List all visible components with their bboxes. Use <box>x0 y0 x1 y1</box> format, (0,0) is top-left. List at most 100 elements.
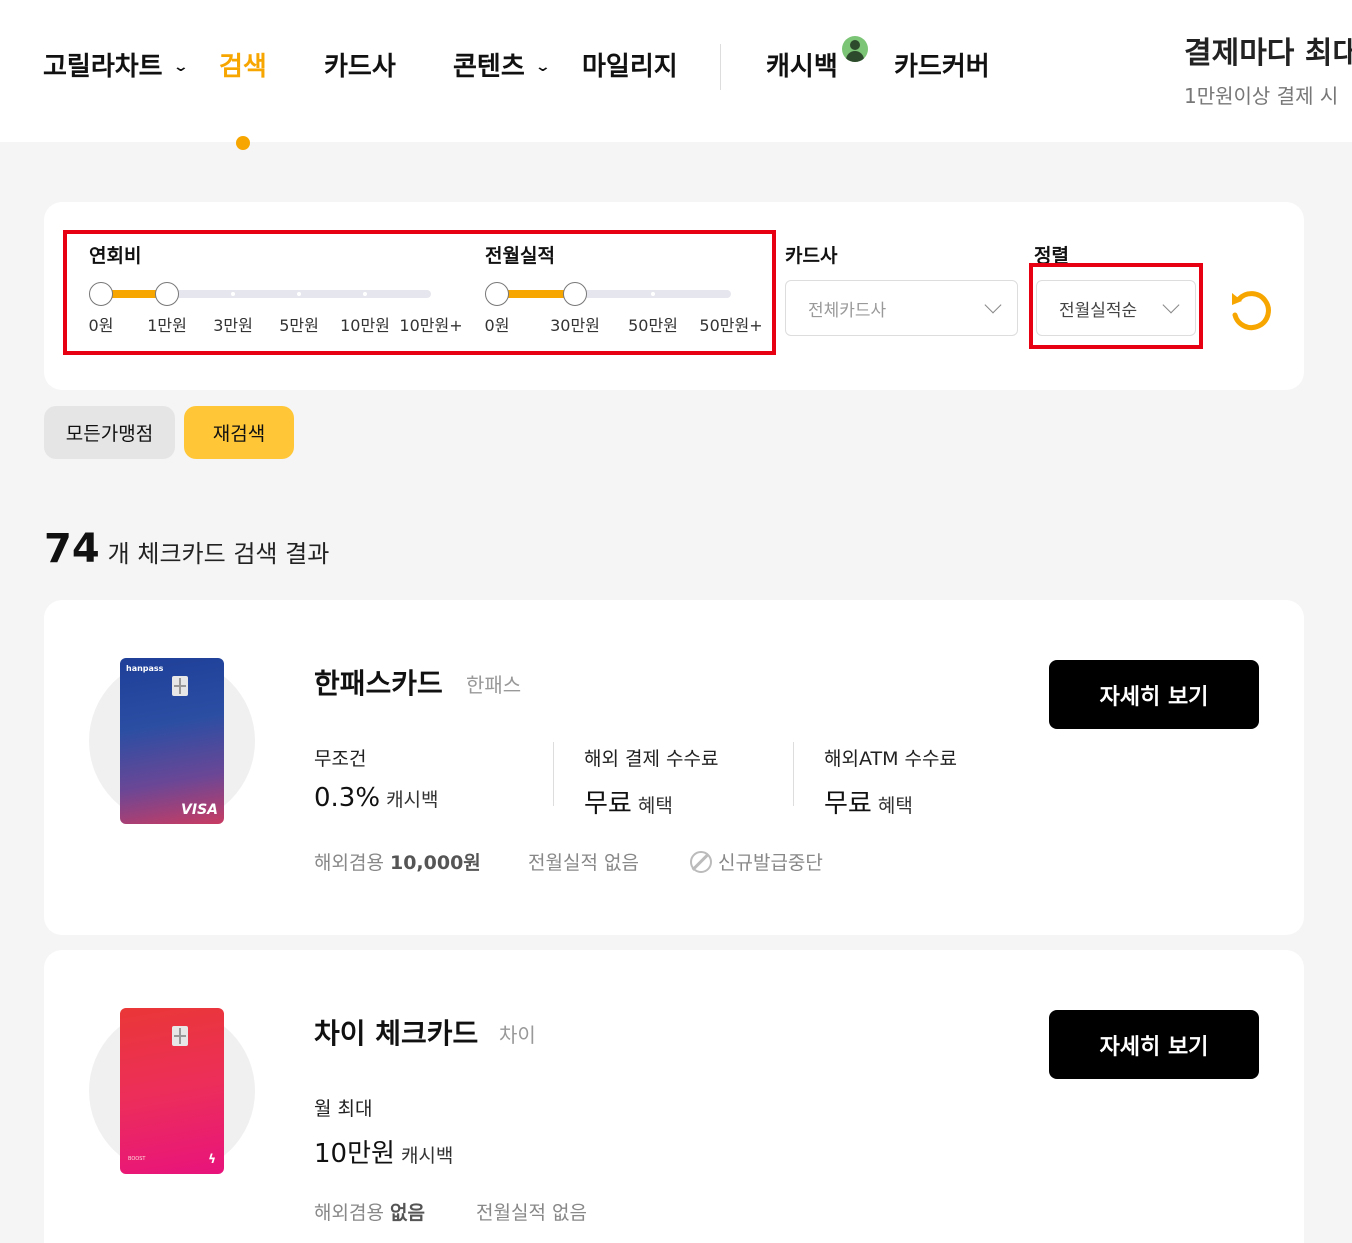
nav-item-contents[interactable]: 콘텐츠 ⌄ <box>453 46 551 83</box>
slider-tick-label: 50만원 <box>628 316 678 335</box>
benefit-amount: 0.3% <box>314 783 381 813</box>
nav-item-label: 마일리지 <box>582 52 678 82</box>
nav-item-gorilla-chart[interactable]: 고릴라차트 ⌄ <box>43 46 189 83</box>
benefit-value: 무료 혜택 <box>824 783 957 820</box>
nav-item-label: 캐시백 <box>766 52 838 82</box>
benefit-label: 해외 결제 수수료 <box>584 748 719 770</box>
slider-tick-label: 1만원 <box>147 316 187 335</box>
nav-item-card-cover[interactable]: 카드커버 <box>894 46 990 83</box>
benefit-label: 월 최대 <box>314 1098 373 1120</box>
nav-item-card-company[interactable]: 카드사 <box>324 46 396 83</box>
card-chip-icon <box>172 676 188 696</box>
research-button[interactable]: 재검색 <box>184 406 294 459</box>
reset-button[interactable] <box>1226 284 1276 334</box>
active-indicator-dot <box>236 136 250 150</box>
all-merchants-button[interactable]: 모든가맹점 <box>44 406 175 459</box>
slider-tick-label: 10만원+ <box>399 316 463 335</box>
benefit-amount: 무료 <box>584 789 632 819</box>
slider-tick-label: 0원 <box>484 316 510 335</box>
slider-tick-dot <box>231 292 235 296</box>
promo-banner[interactable]: 결제마다 최대 1만원이상 결제 시 <box>1184 28 1352 109</box>
nav-item-label: 카드커버 <box>894 52 990 82</box>
annual-fee-info-value: 없음 <box>389 1202 425 1224</box>
result-count: 74 <box>44 526 100 572</box>
benefit-value: 10만원 캐시백 <box>314 1133 453 1170</box>
annual-fee-label: 연회비 <box>89 245 142 267</box>
result-title: 74 개 체크카드 검색 결과 <box>44 526 329 572</box>
chevron-down-icon <box>984 296 1002 314</box>
promo-title: 결제마다 최대 <box>1184 36 1352 71</box>
card-row: hanpass VISA 한패스카드 한패스 무조건 0.3% 캐시백 해외 결… <box>44 600 1304 935</box>
slider-tick-label: 50만원+ <box>699 316 763 335</box>
nav-item-label: 콘텐츠 <box>453 52 525 82</box>
nav-item-label: 검색 <box>219 52 267 82</box>
benefit-item: 월 최대 10만원 캐시백 <box>314 1094 453 1170</box>
slider-tick-dot <box>297 292 301 296</box>
visa-logo: VISA <box>181 802 218 818</box>
sort-select[interactable]: 전월실적순 <box>1036 280 1196 336</box>
slider-max-handle[interactable] <box>155 282 179 306</box>
benefit-amount: 무료 <box>824 789 872 819</box>
avatar-badge-icon <box>842 36 868 62</box>
card-chip-icon <box>172 1026 188 1046</box>
benefit-unit: 캐시백 <box>386 789 439 811</box>
slider-tick-label: 10만원 <box>340 316 390 335</box>
card-issuer: 한패스 <box>466 673 522 697</box>
nav-item-search[interactable]: 검색 <box>219 46 267 83</box>
ban-icon <box>690 850 712 873</box>
annual-fee-info-label: 해외겸용 <box>314 852 384 874</box>
benefit-value: 무료 혜택 <box>584 783 718 820</box>
annual-fee-slider[interactable] <box>89 279 431 309</box>
prev-month-slider[interactable] <box>485 279 731 309</box>
card-row: BOOST ϟ 차이 체크카드 차이 월 최대 10만원 캐시백 해외겸용 없음… <box>44 950 1304 1243</box>
status-badge: 신규발급중단 <box>690 848 823 875</box>
slider-max-handle[interactable] <box>563 282 587 306</box>
slider-tick-dot <box>363 292 367 296</box>
card-company-select[interactable]: 전체카드사 <box>785 280 1018 336</box>
benefit-unit: 캐시백 <box>400 1145 454 1167</box>
slider-tick-label: 0원 <box>88 316 114 335</box>
chevron-down-icon: ⌄ <box>172 58 189 75</box>
detail-button[interactable]: 자세히 보기 <box>1049 1010 1259 1079</box>
promo-subtitle: 1만원이상 결제 시 <box>1184 84 1339 108</box>
sort-select-value: 전월실적순 <box>1059 300 1138 321</box>
top-nav: 고릴라차트 ⌄ 검색 카드사 콘텐츠 ⌄ 마일리지 캐시백 카드커버 결제마다 … <box>0 0 1352 142</box>
nav-item-mileage[interactable]: 마일리지 <box>582 46 678 83</box>
slider-min-handle[interactable] <box>89 282 113 306</box>
benefit-item: 무조건 0.3% 캐시백 <box>314 744 439 813</box>
benefit-value: 0.3% 캐시백 <box>314 783 439 813</box>
slider-min-handle[interactable] <box>485 282 509 306</box>
prev-month-info: 전월실적 없음 <box>528 852 639 874</box>
hanpass-logo: hanpass <box>126 664 164 673</box>
slider-tick-label: 5만원 <box>279 316 319 335</box>
card-image[interactable]: BOOST ϟ <box>120 1008 224 1174</box>
card-issuer: 차이 <box>499 1023 536 1047</box>
card-image[interactable]: hanpass VISA <box>120 658 224 824</box>
annual-fee-info: 해외겸용 10,000원 <box>314 848 481 875</box>
nav-item-label: 고릴라차트 <box>43 52 163 82</box>
card-name[interactable]: 한패스카드 <box>314 662 443 702</box>
lightning-icon: ϟ <box>208 1152 216 1166</box>
chevron-down-icon: ⌄ <box>534 58 551 75</box>
card-company-select-value: 전체카드사 <box>808 300 887 321</box>
benefit-item: 해외 결제 수수료 무료 혜택 <box>584 744 718 820</box>
benefit-unit: 혜택 <box>877 795 913 817</box>
chevron-down-icon <box>1162 296 1180 314</box>
nav-item-cashback[interactable]: 캐시백 <box>766 46 838 83</box>
sort-label: 정렬 <box>1034 245 1069 267</box>
benefit-amount: 10만원 <box>314 1139 395 1169</box>
slider-tick-label: 30만원 <box>550 316 600 335</box>
status-text: 신규발급중단 <box>718 852 823 874</box>
benefit-divider <box>793 742 794 806</box>
detail-button[interactable]: 자세히 보기 <box>1049 660 1259 729</box>
reset-icon <box>1232 291 1271 331</box>
annual-fee-info-label: 해외겸용 <box>314 1202 384 1224</box>
card-small-text: BOOST <box>128 1156 146 1162</box>
benefit-label: 무조건 <box>314 748 367 770</box>
nav-item-label: 카드사 <box>324 52 396 82</box>
card-name[interactable]: 차이 체크카드 <box>314 1012 478 1052</box>
card-company-label: 카드사 <box>785 245 838 267</box>
benefit-divider <box>553 742 554 806</box>
benefit-unit: 혜택 <box>637 795 673 817</box>
benefit-item: 해외ATM 수수료 무료 혜택 <box>824 744 957 820</box>
